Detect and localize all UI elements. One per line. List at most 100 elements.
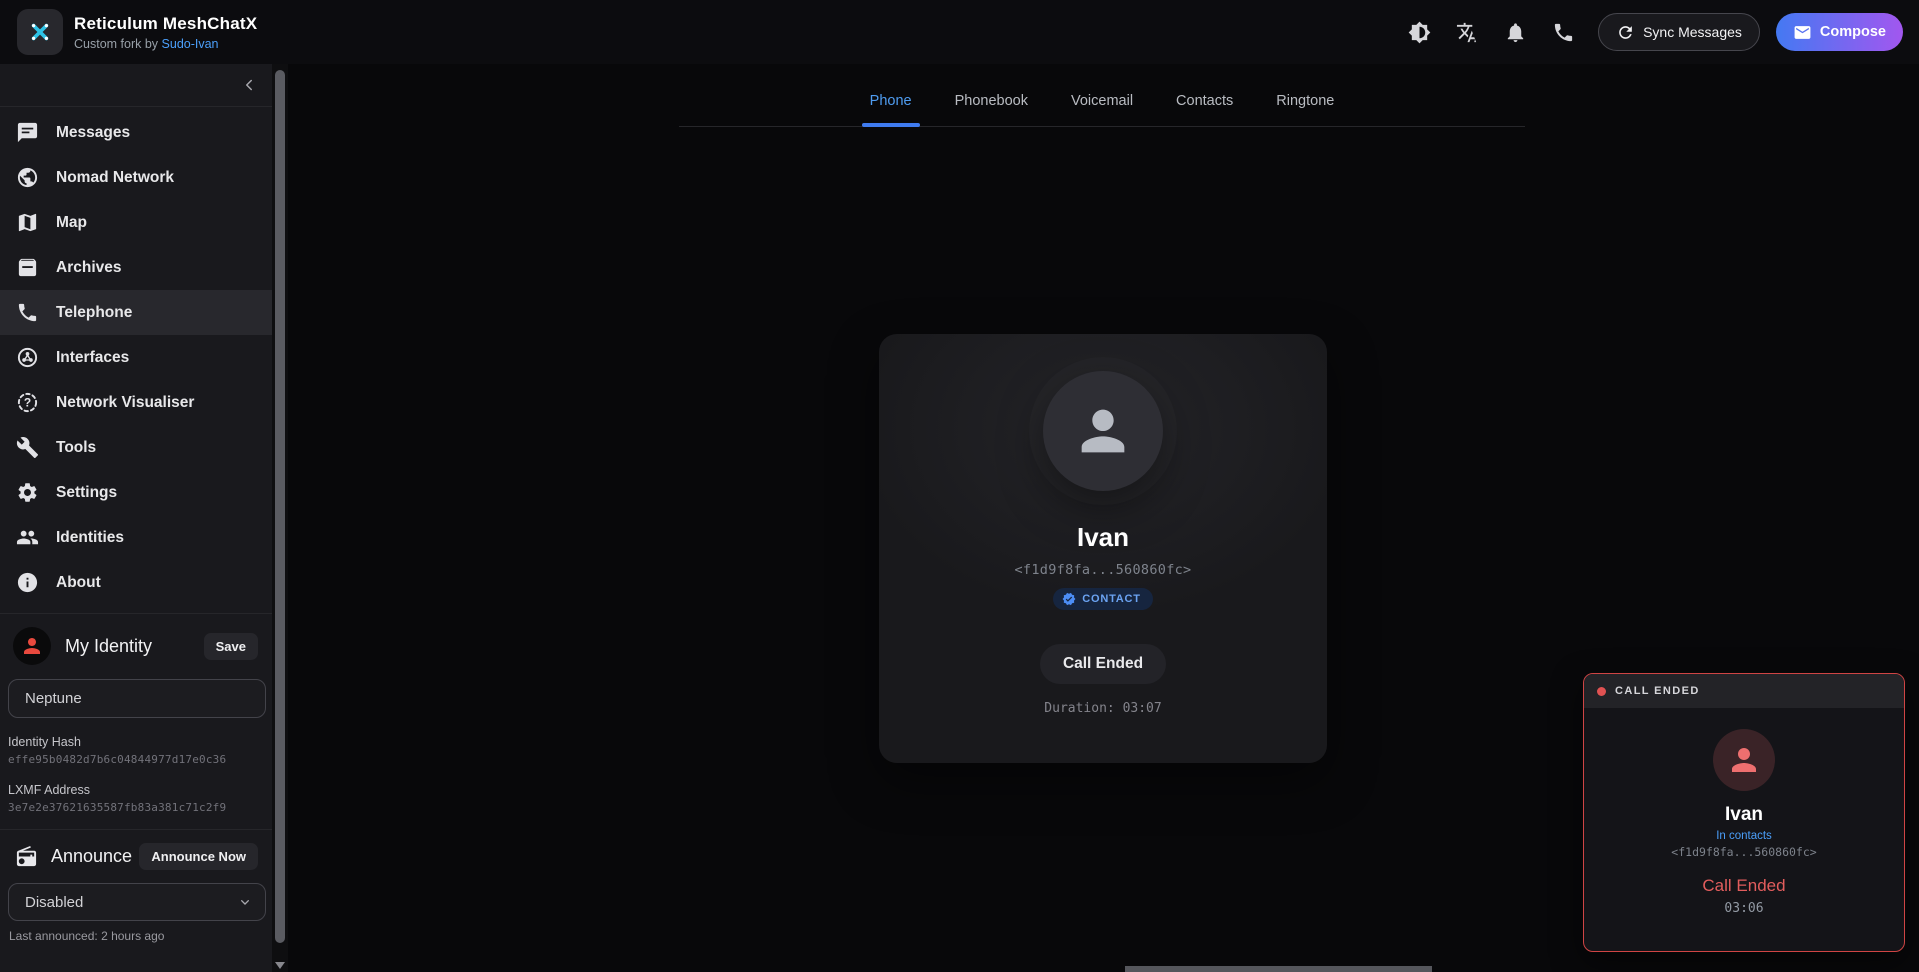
tab-voicemail[interactable]: Voicemail bbox=[1070, 86, 1134, 126]
sidebar-item-label: Map bbox=[56, 214, 87, 232]
app-header: Reticulum MeshChatX Custom fork by Sudo-… bbox=[0, 0, 1919, 64]
app-subtitle: Custom fork by Sudo-Ivan bbox=[74, 37, 257, 51]
sidebar-item-identities[interactable]: Identities bbox=[0, 515, 272, 560]
people-icon bbox=[16, 526, 39, 549]
sidebar-item-telephone[interactable]: Telephone bbox=[0, 290, 272, 335]
theme-brightness-button[interactable] bbox=[1398, 11, 1440, 53]
call-card: Ivan <f1d9f8fa...560860fc> CONTACT Call … bbox=[879, 334, 1327, 763]
horizontal-scrollbar-thumb[interactable] bbox=[1125, 966, 1432, 972]
announce-now-button[interactable]: Announce Now bbox=[139, 843, 258, 870]
sidebar-nav: Messages Nomad Network Map Archives Tele… bbox=[0, 107, 272, 605]
announce-section: Announce Announce Now bbox=[0, 830, 272, 881]
phone-tabbar: Phone Phonebook Voicemail Contacts Ringt… bbox=[679, 86, 1525, 127]
notification-header: CALL ENDED bbox=[1584, 674, 1904, 708]
hub-icon bbox=[16, 346, 39, 369]
lxmf-address-value: 3e7e2e37621635587fb83a381c71c2f9 bbox=[8, 801, 272, 814]
svg-text:?: ? bbox=[24, 396, 31, 410]
phone-icon bbox=[16, 301, 39, 324]
tab-phone[interactable]: Phone bbox=[869, 86, 913, 126]
sidebar-item-label: Messages bbox=[56, 124, 130, 142]
in-contacts-label: In contacts bbox=[1716, 830, 1772, 842]
calls-button[interactable] bbox=[1542, 11, 1584, 53]
lxmf-address-label: LXMF Address bbox=[8, 783, 272, 797]
sidebar-scrollbar[interactable] bbox=[272, 64, 288, 972]
radio-icon bbox=[15, 845, 38, 868]
x-logo-icon bbox=[26, 18, 54, 46]
sidebar-item-label: Identities bbox=[56, 529, 124, 547]
call-duration: Duration: 03:07 bbox=[1044, 701, 1161, 716]
identity-name-input[interactable] bbox=[8, 679, 266, 718]
my-identity-section: My Identity Save bbox=[0, 614, 272, 675]
tab-phonebook[interactable]: Phonebook bbox=[954, 86, 1029, 126]
sidebar-item-about[interactable]: About bbox=[0, 560, 272, 605]
gear-icon bbox=[16, 481, 39, 504]
sidebar-item-label: Network Visualiser bbox=[56, 394, 194, 412]
tab-contacts[interactable]: Contacts bbox=[1175, 86, 1234, 126]
person-icon bbox=[20, 634, 44, 658]
sidebar-item-map[interactable]: Map bbox=[0, 200, 272, 245]
chat-icon bbox=[16, 121, 39, 144]
sidebar-item-interfaces[interactable]: Interfaces bbox=[0, 335, 272, 380]
red-dot-icon bbox=[1597, 687, 1606, 696]
notification-caller-hash: <f1d9f8fa...560860fc> bbox=[1671, 845, 1816, 859]
sync-messages-button[interactable]: Sync Messages bbox=[1598, 13, 1760, 51]
page-title: Reticulum MeshChatX bbox=[74, 14, 257, 34]
bell-icon bbox=[1504, 21, 1527, 44]
subtitle-text: Custom fork by bbox=[74, 37, 162, 51]
notification-status: Call Ended bbox=[1702, 876, 1785, 896]
caller-hash: <f1d9f8fa...560860fc> bbox=[1015, 562, 1192, 578]
sidebar-item-label: Telephone bbox=[56, 304, 132, 322]
map-icon bbox=[16, 211, 39, 234]
save-button[interactable]: Save bbox=[204, 633, 258, 660]
info-icon bbox=[16, 571, 39, 594]
sidebar-item-label: Archives bbox=[56, 259, 121, 277]
notification-call-time: 03:06 bbox=[1724, 901, 1763, 916]
notifications-button[interactable] bbox=[1494, 11, 1536, 53]
envelope-icon bbox=[1793, 23, 1812, 42]
last-announced-text: Last announced: 2 hours ago bbox=[9, 929, 272, 943]
tab-ringtone[interactable]: Ringtone bbox=[1275, 86, 1335, 126]
language-button[interactable] bbox=[1446, 11, 1488, 53]
avatar bbox=[13, 627, 51, 665]
announce-interval-select[interactable]: Disabled bbox=[8, 883, 266, 921]
identity-hash-label: Identity Hash bbox=[8, 735, 272, 749]
my-identity-title: My Identity bbox=[65, 636, 152, 657]
sidebar: Messages Nomad Network Map Archives Tele… bbox=[0, 64, 272, 972]
wrench-icon bbox=[16, 436, 39, 459]
announce-title: Announce bbox=[51, 846, 132, 867]
sidebar-item-settings[interactable]: Settings bbox=[0, 470, 272, 515]
subtitle-author-link[interactable]: Sudo-Ivan bbox=[162, 37, 219, 51]
caller-avatar bbox=[1043, 371, 1163, 491]
sync-messages-label: Sync Messages bbox=[1643, 24, 1742, 40]
identity-hash-value: effe95b0482d7b6c04844977d17e0c36 bbox=[8, 753, 272, 766]
contact-badge-label: CONTACT bbox=[1082, 593, 1141, 605]
caller-name: Ivan bbox=[1077, 522, 1129, 553]
compose-label: Compose bbox=[1820, 24, 1886, 40]
sidebar-item-archives[interactable]: Archives bbox=[0, 245, 272, 290]
sidebar-item-label: About bbox=[56, 574, 101, 592]
person-icon bbox=[1071, 399, 1135, 463]
translate-icon bbox=[1456, 21, 1479, 44]
sidebar-collapse-row bbox=[0, 64, 272, 107]
call-ended-notification[interactable]: CALL ENDED Ivan In contacts <f1d9f8fa...… bbox=[1583, 673, 1905, 952]
notification-body: Ivan In contacts <f1d9f8fa...560860fc> C… bbox=[1584, 708, 1904, 916]
globe-icon bbox=[16, 166, 39, 189]
chevron-left-icon[interactable] bbox=[240, 76, 258, 94]
compose-button[interactable]: Compose bbox=[1776, 13, 1903, 51]
scrollbar-down-arrow[interactable] bbox=[275, 962, 285, 969]
network-visualiser-icon: ? bbox=[16, 391, 39, 414]
sidebar-item-network-visualiser[interactable]: ? Network Visualiser bbox=[0, 380, 272, 425]
sidebar-item-messages[interactable]: Messages bbox=[0, 110, 272, 155]
sidebar-item-nomad-network[interactable]: Nomad Network bbox=[0, 155, 272, 200]
archive-icon bbox=[16, 256, 39, 279]
sidebar-item-label: Interfaces bbox=[56, 349, 129, 367]
app-logo bbox=[17, 9, 63, 55]
notification-title: CALL ENDED bbox=[1615, 685, 1700, 697]
contact-badge: CONTACT bbox=[1053, 588, 1153, 610]
verified-icon bbox=[1062, 592, 1076, 606]
scrollbar-thumb[interactable] bbox=[275, 70, 285, 943]
chevron-down-icon bbox=[237, 894, 253, 910]
sidebar-item-label: Nomad Network bbox=[56, 169, 174, 187]
sidebar-item-tools[interactable]: Tools bbox=[0, 425, 272, 470]
phone-icon bbox=[1552, 21, 1575, 44]
